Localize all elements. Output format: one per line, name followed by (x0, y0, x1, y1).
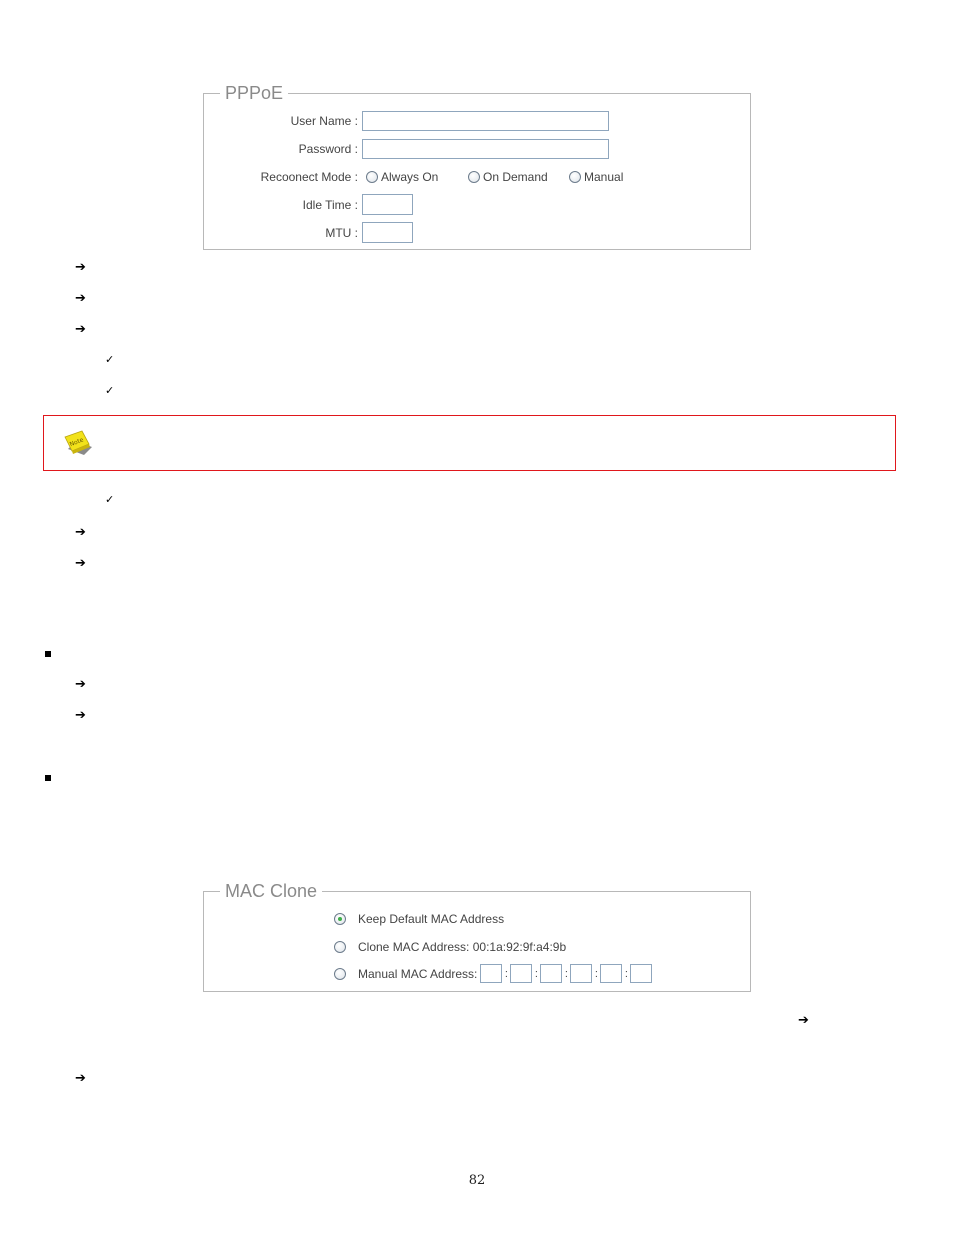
right-arrow-icon: ➔ (75, 322, 86, 337)
mac-clone-legend: MAC Clone (220, 881, 323, 901)
note-box: Note (43, 415, 896, 471)
user-name-label: User Name : (290, 114, 358, 128)
radio-manual[interactable]: Manual (569, 170, 623, 184)
radio-label-on-demand: On Demand (483, 170, 548, 184)
radio-button[interactable] (366, 171, 378, 183)
radio-label-manual: Manual (584, 170, 624, 184)
mac-octet-input[interactable] (540, 964, 563, 983)
reconnect-mode-row: Recoonect Mode : Always On On Demand Man… (250, 170, 624, 184)
mac-separator: : (564, 967, 568, 980)
mtu-row: MTU : (250, 222, 413, 243)
mtu-input[interactable] (362, 222, 413, 243)
keep-default-mac-label: Keep Default MAC Address (358, 912, 505, 926)
mac-octet-input[interactable] (510, 964, 533, 983)
radio-on-demand[interactable]: On Demand (468, 170, 569, 184)
password-row: Password : (250, 139, 609, 159)
mac-octet-input[interactable] (630, 964, 653, 983)
radio-button[interactable] (569, 171, 581, 183)
reconnect-mode-label: Recoonect Mode : (260, 170, 358, 184)
radio-button[interactable] (334, 941, 346, 953)
radio-button-checked[interactable] (334, 913, 346, 925)
user-name-input[interactable] (362, 111, 609, 131)
pppoe-legend: PPPoE (220, 83, 289, 103)
check-mark-icon: ✓ (105, 384, 115, 397)
right-arrow-icon: ➔ (75, 556, 86, 571)
mtu-label: MTU : (325, 225, 358, 240)
keep-default-mac-option[interactable]: Keep Default MAC Address (334, 912, 504, 926)
manual-mac-inputs: : : : : : (480, 964, 653, 983)
square-bullet-icon (45, 651, 51, 657)
mac-separator: : (534, 967, 538, 980)
right-arrow-icon: ➔ (75, 1071, 86, 1086)
square-bullet-icon (45, 775, 51, 781)
user-name-row: User Name : (250, 111, 609, 131)
mac-separator: : (504, 967, 508, 980)
password-input[interactable] (362, 139, 609, 159)
idle-time-label: Idle Time : (302, 197, 358, 212)
right-arrow-icon: ➔ (75, 708, 86, 723)
radio-label-always-on: Always On (381, 170, 439, 184)
right-arrow-icon: ➔ (75, 291, 86, 306)
mac-separator: : (624, 967, 628, 980)
radio-button[interactable] (468, 171, 480, 183)
clone-mac-label: Clone MAC Address: 00:1a:92:9f:a4:9b (358, 940, 567, 954)
idle-time-row: Idle Time : (250, 194, 413, 215)
mac-separator: : (594, 967, 598, 980)
right-arrow-icon: ➔ (75, 677, 86, 692)
check-mark-icon: ✓ (105, 353, 115, 366)
mac-octet-input[interactable] (600, 964, 623, 983)
right-arrow-icon: ➔ (75, 525, 86, 540)
right-arrow-icon: ➔ (75, 260, 86, 275)
right-arrow-icon: ➔ (798, 1013, 809, 1028)
manual-mac-option[interactable]: Manual MAC Address: : : : : : (334, 964, 653, 983)
manual-mac-label: Manual MAC Address: (358, 966, 478, 981)
password-label: Password : (298, 142, 358, 156)
mac-octet-input[interactable] (480, 964, 503, 983)
radio-always-on[interactable]: Always On (366, 170, 468, 184)
page-number: 82 (468, 1173, 486, 1188)
check-mark-icon: ✓ (105, 493, 115, 506)
idle-time-input[interactable] (362, 194, 413, 215)
radio-button[interactable] (334, 967, 346, 980)
mac-octet-input[interactable] (570, 964, 593, 983)
note-icon: Note (64, 430, 92, 455)
clone-mac-option[interactable]: Clone MAC Address: 00:1a:92:9f:a4:9b (334, 940, 566, 954)
